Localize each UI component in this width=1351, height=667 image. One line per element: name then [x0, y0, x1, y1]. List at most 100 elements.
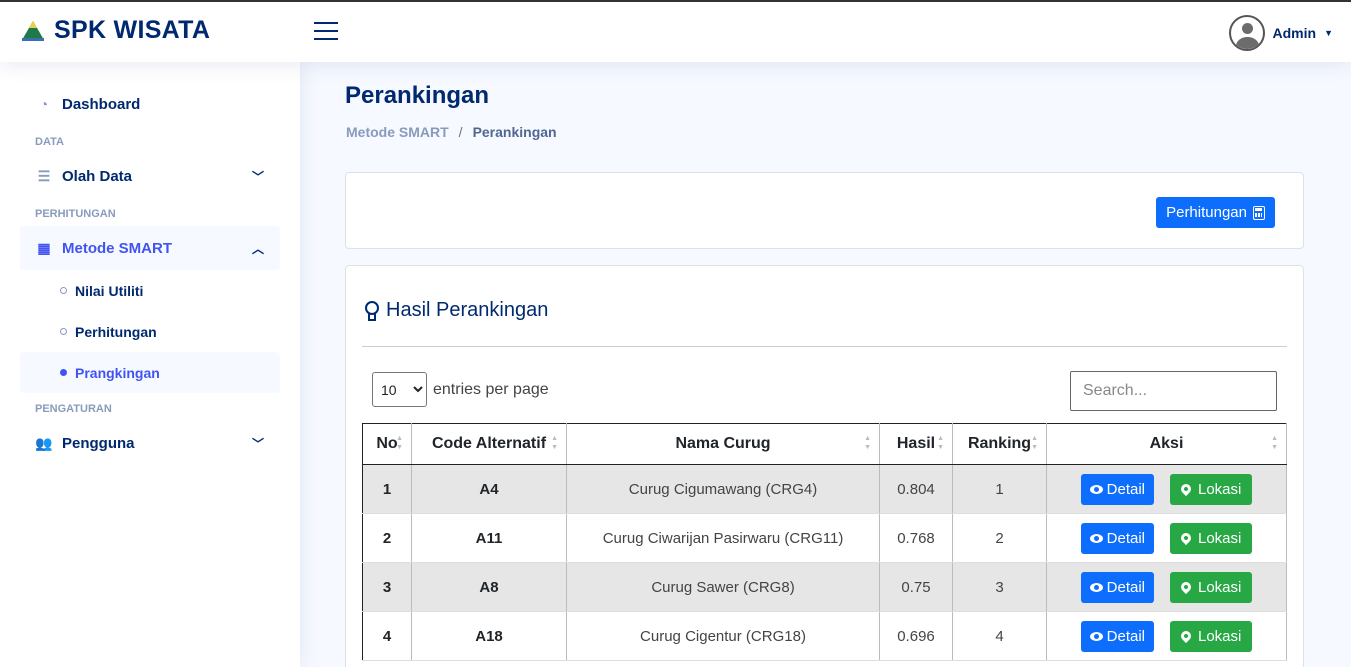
- lokasi-button[interactable]: Lokasi: [1170, 620, 1253, 652]
- detail-button[interactable]: Detail: [1080, 620, 1154, 652]
- cell-no: 3: [362, 562, 412, 612]
- map-pin-icon: [1178, 481, 1194, 497]
- column-header-no[interactable]: No ▲ ▼: [362, 423, 412, 465]
- sidebar-item-pengguna[interactable]: 👥 Pengguna ﹀: [20, 421, 280, 465]
- breadcrumb-metode-smart[interactable]: Metode SMART: [346, 124, 449, 140]
- sidebar-item-label: Olah Data: [62, 167, 133, 185]
- eye-icon: [1089, 533, 1103, 543]
- cell-nama: Curug Cigumawang (CRG4): [566, 464, 880, 514]
- perhitungan-button-label: Perhitungan: [1166, 204, 1247, 221]
- lokasi-button[interactable]: Lokasi: [1170, 571, 1253, 603]
- cell-code: A11: [411, 513, 567, 563]
- grid-icon: ▦: [37, 239, 51, 256]
- sort-icon: ▲ ▼: [864, 435, 871, 451]
- eye-icon: [1089, 631, 1103, 641]
- action-card: Perhitungan: [345, 172, 1304, 249]
- layout-icon: ☰: [37, 167, 51, 184]
- cell-hasil: 0.75: [879, 562, 953, 612]
- lokasi-button[interactable]: Lokasi: [1170, 522, 1253, 554]
- cell-ranking: 1: [952, 464, 1047, 514]
- sort-icon: ▲ ▼: [1271, 435, 1278, 451]
- entries-select[interactable]: 10: [372, 372, 427, 407]
- sort-icon: ▲ ▼: [396, 435, 403, 451]
- sidebar-subitem-label: Perhitungan: [75, 323, 157, 340]
- cell-hasil: 0.768: [879, 513, 953, 563]
- results-title-text: Hasil Perankingan: [386, 299, 549, 321]
- nav-heading-pengaturan: PENGATURAN: [35, 403, 112, 415]
- detail-button[interactable]: Detail: [1080, 571, 1154, 603]
- sidebar-item-label: Metode SMART: [62, 239, 172, 257]
- cell-no: 4: [362, 611, 412, 661]
- sidebar-subitem-perhitungan[interactable]: Perhitungan: [20, 311, 280, 352]
- detail-button[interactable]: Detail: [1080, 473, 1154, 505]
- sidebar-subitem-nilai-utiliti[interactable]: Nilai Utiliti: [20, 270, 280, 311]
- eye-icon: [1089, 484, 1103, 494]
- map-pin-icon: [1178, 530, 1194, 546]
- breadcrumb-separator: /: [458, 124, 463, 140]
- results-title: Hasil Perankingan: [364, 299, 548, 322]
- cell-ranking: 3: [952, 562, 1047, 612]
- sidebar-item-metode-smart[interactable]: ▦ Metode SMART ︿: [20, 226, 280, 270]
- lokasi-button[interactable]: Lokasi: [1170, 473, 1253, 505]
- cell-hasil: 0.804: [879, 464, 953, 514]
- cell-code: A8: [411, 562, 567, 612]
- sort-icon: ▲ ▼: [937, 435, 944, 451]
- calculator-icon: [1253, 205, 1265, 220]
- sidebar-item-dashboard[interactable]: ◔ Dashboard: [20, 82, 280, 126]
- caret-down-icon: ▼: [1324, 28, 1333, 38]
- results-table: No ▲ ▼ Code Alternatif ▲ ▼ Nama Curug ▲ ▼ Hasi…: [362, 423, 1287, 661]
- map-pin-icon: [1178, 579, 1194, 595]
- column-header-nama[interactable]: Nama Curug ▲ ▼: [566, 423, 880, 465]
- sort-icon: ▲ ▼: [551, 435, 558, 451]
- table-row: 2 A11 Curug Ciwarijan Pasirwaru (CRG11) …: [362, 513, 1287, 563]
- entries-label: entries per page: [433, 380, 549, 398]
- sidebar-item-olah-data[interactable]: ☰ Olah Data ﹀: [20, 154, 280, 198]
- sidebar-item-label: Dashboard: [62, 95, 141, 113]
- circle-filled-icon: [60, 369, 67, 376]
- results-card: Hasil Perankingan 10 entries per page No…: [345, 265, 1304, 667]
- table-header-row: No ▲ ▼ Code Alternatif ▲ ▼ Nama Curug ▲ ▼ Hasi…: [362, 423, 1287, 465]
- eye-icon: [1089, 582, 1103, 592]
- speedometer-icon: ◔: [39, 96, 49, 112]
- top-header: SPK WISATA Admin ▼: [0, 0, 1351, 62]
- circle-icon: [60, 287, 67, 294]
- column-header-aksi[interactable]: Aksi ▲ ▼: [1046, 423, 1287, 465]
- sidebar-subitem-prangkingan[interactable]: Prangkingan: [20, 352, 280, 393]
- column-header-hasil[interactable]: Hasil ▲ ▼: [879, 423, 953, 465]
- column-header-code[interactable]: Code Alternatif ▲ ▼: [411, 423, 567, 465]
- perhitungan-button[interactable]: Perhitungan: [1156, 197, 1275, 228]
- hamburger-icon[interactable]: [314, 22, 338, 42]
- mountain-logo-icon: [22, 20, 44, 41]
- avatar: [1228, 15, 1265, 51]
- cell-aksi: Detail Lokasi: [1046, 611, 1287, 661]
- cell-code: A4: [411, 464, 567, 514]
- results-table-wrapper: No ▲ ▼ Code Alternatif ▲ ▼ Nama Curug ▲ ▼ Hasi…: [362, 423, 1287, 667]
- column-header-ranking[interactable]: Ranking ▲ ▼: [952, 423, 1047, 465]
- app-logo[interactable]: SPK WISATA: [20, 16, 210, 45]
- circle-icon: [60, 328, 67, 335]
- cell-ranking: 2: [952, 513, 1047, 563]
- cell-hasil: 0.696: [879, 611, 953, 661]
- nav-heading-data: DATA: [35, 136, 64, 148]
- profile-dropdown[interactable]: Admin ▼: [1228, 15, 1333, 51]
- sidebar-subitem-label: Prangkingan: [75, 364, 160, 381]
- search-input[interactable]: [1070, 371, 1277, 411]
- sort-icon: ▲ ▼: [1031, 435, 1038, 451]
- award-icon: [364, 300, 380, 321]
- user-name: Admin: [1272, 25, 1317, 41]
- table-row: 1 A4 Curug Cigumawang (CRG4) 0.804 1 Det…: [362, 464, 1287, 514]
- cell-aksi: Detail Lokasi: [1046, 464, 1287, 514]
- cell-ranking: 4: [952, 611, 1047, 661]
- sidebar-subitem-label: Nilai Utiliti: [75, 282, 144, 299]
- divider: [362, 346, 1287, 347]
- main-content: Perankingan Metode SMART / Perankingan P…: [300, 62, 1351, 667]
- cell-no: 2: [362, 513, 412, 563]
- entries-per-page: 10 entries per page: [372, 372, 549, 407]
- sidebar: ◔ Dashboard DATA ☰ Olah Data ﹀ PERHITUNG…: [0, 62, 300, 667]
- detail-button[interactable]: Detail: [1080, 522, 1154, 554]
- table-row: 3 A8 Curug Sawer (CRG8) 0.75 3 Detail Lok…: [362, 562, 1287, 612]
- cell-code: A18: [411, 611, 567, 661]
- map-pin-icon: [1178, 628, 1194, 644]
- cell-nama: Curug Cigentur (CRG18): [566, 611, 880, 661]
- cell-aksi: Detail Lokasi: [1046, 562, 1287, 612]
